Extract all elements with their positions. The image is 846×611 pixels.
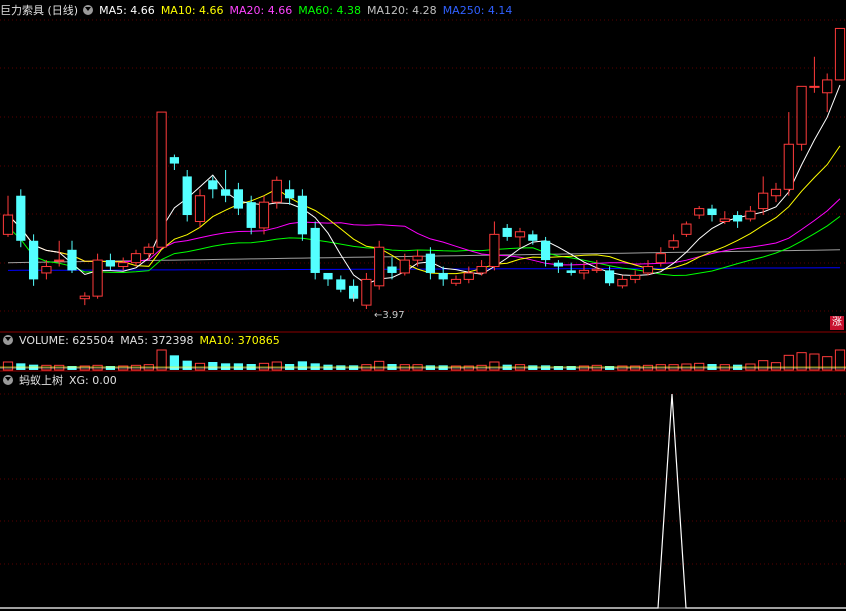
candle-body (92, 259, 103, 297)
candle-body (2, 214, 14, 235)
candle-body (194, 195, 206, 222)
candle-body (310, 227, 320, 273)
candle-body (681, 223, 692, 235)
indicator-header: 蚂蚁上树 XG: 0.00 (0, 373, 123, 389)
candle-body (783, 143, 794, 190)
volume-bar (489, 361, 500, 371)
ma60-label: MA60: 4.38 (298, 4, 361, 17)
ma250-label: MA250: 4.14 (442, 4, 513, 17)
candle-body (233, 189, 244, 209)
volume-header: VOLUME: 625504 MA5: 372398 MA10: 370865 (0, 333, 286, 349)
candle-body (323, 272, 333, 280)
candle-body (489, 233, 500, 268)
candle-body (566, 270, 576, 273)
candle-body (246, 202, 256, 228)
rise-badge[interactable]: 涨 (830, 316, 844, 330)
main-header: 巨力索具 (日线) MA5: 4.66 MA10: 4.66 MA20: 4.66 MA… (0, 3, 518, 19)
candle-body (450, 278, 462, 284)
candle-body (463, 272, 474, 280)
candle-body (822, 79, 833, 94)
candle-body (770, 188, 782, 197)
candle-body (540, 240, 551, 261)
volume-bar (374, 360, 385, 371)
ma5-label: MA5: 4.66 (99, 4, 155, 17)
candle-body (361, 278, 372, 306)
candle-body (182, 176, 192, 216)
chart-canvas (0, 19, 846, 609)
candle-body (208, 180, 218, 190)
candle-body (105, 260, 116, 267)
candle-body (630, 275, 641, 280)
vol-ma10-label: MA10: 370865 (199, 334, 280, 347)
candle-body (668, 240, 679, 248)
volume-bar (2, 361, 14, 371)
chevron-down-icon[interactable] (83, 5, 94, 15)
candle-body (604, 270, 615, 284)
candle-body (514, 231, 526, 238)
candle-body (258, 201, 270, 229)
volume-bar (770, 362, 782, 371)
candle-body (707, 208, 717, 216)
candle-body (374, 246, 385, 287)
indicator-name: 蚂蚁上树 (19, 374, 63, 387)
candle-body (16, 195, 26, 241)
xg-label: XG: 0.00 (69, 374, 117, 387)
candle-body (809, 85, 820, 88)
candle-body (502, 227, 512, 237)
volume-bar (271, 361, 282, 371)
volume-bar (208, 362, 218, 370)
candle-body (732, 215, 743, 222)
candle-body (642, 266, 654, 274)
candle-body (118, 262, 129, 268)
candle-body (284, 189, 295, 199)
candle-body (220, 189, 231, 196)
signal-spike (0, 393, 846, 609)
candle-body (143, 246, 154, 255)
candle-body (297, 195, 308, 235)
volume-bar (758, 360, 769, 371)
candle-body (412, 255, 423, 261)
candle-body (169, 157, 180, 164)
candle-body (67, 249, 77, 271)
volume-bar (182, 360, 192, 370)
candle-body (834, 27, 846, 81)
candle-body (617, 278, 628, 287)
candle-body (336, 279, 346, 290)
ma20-label: MA20: 4.66 (229, 4, 293, 17)
candle-body (796, 85, 807, 145)
candle-body (591, 268, 602, 271)
stock-title: 巨力索具 (日线) (0, 4, 79, 17)
candle-body (655, 253, 666, 264)
candle-body (438, 272, 448, 280)
candle-body (719, 218, 730, 222)
candle-body (271, 179, 282, 203)
candle-body (387, 266, 397, 273)
candle-body (758, 192, 769, 210)
candle-body (41, 266, 52, 274)
low-price-label: ←3.97 (374, 310, 405, 321)
chevron-down-icon[interactable] (3, 335, 13, 345)
candle-body (528, 234, 538, 241)
candle-body (54, 259, 65, 262)
candle-body (28, 240, 39, 280)
vol-ma5-label: MA5: 372398 (120, 334, 194, 347)
candle-body (553, 262, 564, 267)
candle-body (745, 210, 756, 220)
chevron-down-icon[interactable] (3, 375, 13, 385)
volume-label: VOLUME: 625504 (19, 334, 115, 347)
candle-body (156, 111, 167, 248)
candle-body (130, 253, 142, 264)
candle-body (694, 208, 705, 216)
candle-body (425, 253, 436, 273)
candle-body (399, 259, 410, 274)
ma120-label: MA120: 4.28 (366, 4, 437, 17)
ma60-line (7, 215, 841, 277)
candle-body (578, 269, 590, 274)
ma10-label: MA10: 4.66 (160, 4, 224, 17)
candle-body (476, 266, 487, 274)
candle-body (79, 295, 90, 300)
volume-bar (297, 361, 308, 370)
